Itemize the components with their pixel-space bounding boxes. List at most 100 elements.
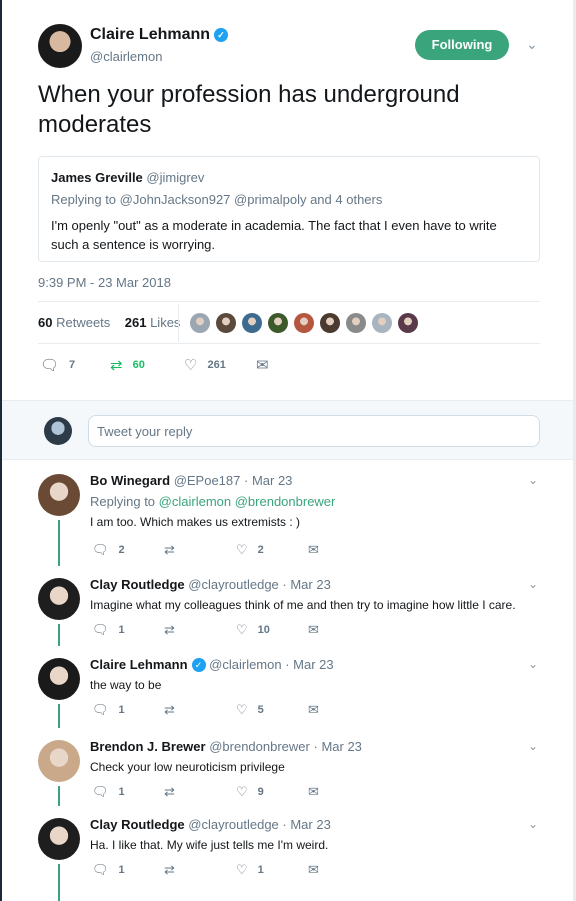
reply-tweet[interactable]: Bo Winegard @EPoe187 · Mar 23 ⌄ Replying t… <box>2 462 573 576</box>
dm-action[interactable]: ✉ <box>256 356 269 374</box>
chevron-down-icon[interactable]: ⌄ <box>528 473 538 487</box>
author-name-row[interactable]: Claire Lehmann ✓ <box>90 26 229 44</box>
reply-icon: 🗨︎ <box>92 542 109 557</box>
author-handle[interactable]: @clairlemon <box>90 49 162 64</box>
like-action[interactable]: ♡ 10 <box>236 622 270 638</box>
liker-avatar[interactable] <box>190 313 210 333</box>
following-button[interactable]: Following <box>415 30 509 60</box>
retweet-action[interactable]: ⇄ <box>164 784 185 800</box>
dm-action[interactable]: ✉ <box>308 862 319 878</box>
reply-author-name[interactable]: Clay Routledge <box>90 577 185 592</box>
reply-author-handle[interactable]: @clayroutledge <box>188 817 279 832</box>
reply-date[interactable]: · Mar 23 <box>285 657 333 672</box>
tweet-timestamp[interactable]: 9:39 PM - 23 Mar 2018 <box>38 275 171 290</box>
replying-to-users[interactable]: @clairlemon @brendonbrewer <box>159 494 336 509</box>
reply-action[interactable]: 🗨︎ 1 <box>92 784 125 800</box>
like-action[interactable]: ♡ 5 <box>236 702 264 718</box>
dm-action[interactable]: ✉ <box>308 622 319 638</box>
quote-replying-to: Replying to @JohnJackson927 @primalpoly … <box>51 192 383 207</box>
tweet-stats: 60 Retweets 261 Likes <box>38 315 180 330</box>
main-tweet: Claire Lehmann ✓ @clairlemon Following ⌄ … <box>2 0 573 400</box>
reply-icon: 🗨︎ <box>92 784 109 799</box>
liker-avatar[interactable] <box>242 313 262 333</box>
reply-date[interactable]: · Mar 23 <box>314 739 362 754</box>
liker-avatar[interactable] <box>372 313 392 333</box>
reply-avatar[interactable] <box>38 818 80 860</box>
reply-date[interactable]: · Mar 23 <box>244 473 292 488</box>
author-avatar[interactable] <box>38 24 82 68</box>
like-action[interactable]: ♡ 1 <box>236 862 264 878</box>
reply-author-name[interactable]: Bo Winegard <box>90 473 170 488</box>
author-name[interactable]: Claire Lehmann <box>90 26 210 43</box>
like-action[interactable]: ♡ 261 <box>184 356 226 374</box>
dm-action[interactable]: ✉ <box>308 784 319 800</box>
liker-avatar[interactable] <box>294 313 314 333</box>
reply-date[interactable]: · Mar 23 <box>282 817 330 832</box>
liker-avatar[interactable] <box>346 313 366 333</box>
reply-author-name[interactable]: Claire Lehmann <box>90 657 188 672</box>
retweets-stat[interactable]: 60 Retweets <box>38 315 110 330</box>
reply-text: the way to be <box>90 678 162 692</box>
heart-icon: ♡ <box>236 702 248 717</box>
liker-avatar[interactable] <box>398 313 418 333</box>
quote-author-name[interactable]: James Greville <box>51 170 143 185</box>
reply-text: Check your low neuroticism privilege <box>90 760 285 774</box>
dm-action[interactable]: ✉ <box>308 702 319 718</box>
reply-header: Brendon J. Brewer @brendonbrewer · Mar 2… <box>90 739 362 754</box>
reply-avatar[interactable] <box>38 578 80 620</box>
heart-icon: ♡ <box>184 357 198 374</box>
retweet-action[interactable]: ⇄ <box>164 622 185 638</box>
retweet-action[interactable]: ⇄ 60 <box>110 356 145 374</box>
envelope-icon: ✉ <box>256 357 269 374</box>
reply-tweet[interactable]: Clay Routledge @clayroutledge · Mar 23 ⌄ H… <box>2 806 573 901</box>
reply-tweet[interactable]: Claire Lehmann ✓ @clairlemon · Mar 23 ⌄ the… <box>2 646 573 738</box>
reply-author-handle[interactable]: @clayroutledge <box>188 577 279 592</box>
quoted-tweet[interactable]: James Greville @jimigrev Replying to @Jo… <box>38 156 540 262</box>
reply-action[interactable]: 🗨︎ 1 <box>92 622 125 638</box>
reply-tweet[interactable]: Brendon J. Brewer @brendonbrewer · Mar 2… <box>2 728 573 816</box>
reply-avatar[interactable] <box>38 474 80 516</box>
reply-avatar[interactable] <box>38 658 80 700</box>
reply-action[interactable]: 🗨︎ 2 <box>92 542 125 558</box>
reply-author-name[interactable]: Brendon J. Brewer <box>90 739 206 754</box>
tweet-text: When your profession has underground mod… <box>38 81 460 138</box>
chevron-down-icon[interactable]: ⌄ <box>526 36 538 53</box>
reply-avatar[interactable] <box>38 740 80 782</box>
dm-action[interactable]: ✉ <box>308 542 319 558</box>
retweet-icon: ⇄ <box>164 862 175 877</box>
reply-action[interactable]: 🗨︎ 7 <box>40 356 75 374</box>
verified-icon: ✓ <box>191 658 206 672</box>
current-user-avatar <box>44 417 72 445</box>
reply-tweet[interactable]: Clay Routledge @clayroutledge · Mar 23 ⌄ I… <box>2 566 573 656</box>
liker-avatar[interactable] <box>216 313 236 333</box>
chevron-down-icon[interactable]: ⌄ <box>528 577 538 591</box>
retweet-action[interactable]: ⇄ <box>164 862 185 878</box>
reply-icon: 🗨︎ <box>92 862 109 877</box>
reply-author-handle[interactable]: @EPoe187 <box>174 473 241 488</box>
chevron-down-icon[interactable]: ⌄ <box>528 739 538 753</box>
quote-text: I'm openly "out" as a moderate in academ… <box>51 218 497 252</box>
reply-author-handle[interactable]: @brendonbrewer <box>209 739 310 754</box>
retweet-action[interactable]: ⇄ <box>164 702 185 718</box>
quote-author-handle[interactable]: @jimigrev <box>146 170 204 185</box>
chevron-down-icon[interactable]: ⌄ <box>528 817 538 831</box>
chevron-down-icon[interactable]: ⌄ <box>528 657 538 671</box>
like-action[interactable]: ♡ 9 <box>236 784 264 800</box>
divider <box>38 301 540 302</box>
retweet-icon: ⇄ <box>164 622 175 637</box>
retweet-action[interactable]: ⇄ <box>164 542 185 558</box>
reply-action[interactable]: 🗨︎ 1 <box>92 862 125 878</box>
reply-action[interactable]: 🗨︎ 1 <box>92 702 125 718</box>
liker-avatar[interactable] <box>320 313 340 333</box>
likes-stat[interactable]: 261 Likes <box>125 315 181 330</box>
reply-input[interactable] <box>88 415 540 447</box>
thread-line <box>58 864 60 901</box>
reply-author-handle[interactable]: @clairlemon <box>209 657 281 672</box>
like-action[interactable]: ♡ 2 <box>236 542 264 558</box>
divider <box>38 343 540 344</box>
reply-author-name[interactable]: Clay Routledge <box>90 817 185 832</box>
liker-avatar[interactable] <box>268 313 288 333</box>
heart-icon: ♡ <box>236 784 248 799</box>
reply-date[interactable]: · Mar 23 <box>282 577 330 592</box>
envelope-icon: ✉ <box>308 784 319 799</box>
